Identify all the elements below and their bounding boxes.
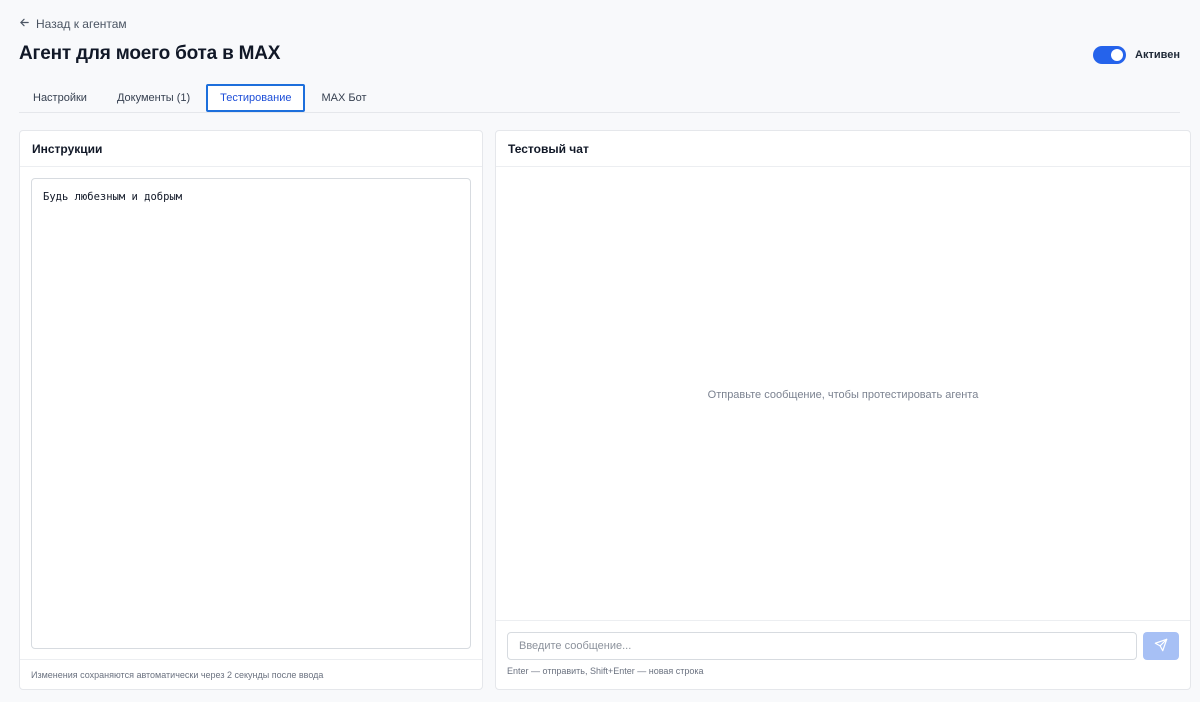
status-toggle: Активен	[1093, 46, 1180, 64]
tab-settings[interactable]: Настройки	[19, 84, 101, 112]
tab-max-bot[interactable]: MAX Бот	[307, 84, 380, 112]
back-to-agents-link[interactable]: Назад к агентам	[19, 16, 127, 32]
chat-hint: Enter — отправить, Shift+Enter — новая с…	[507, 666, 704, 676]
tab-bar: Настройки Документы (1) Тестирование MAX…	[19, 84, 1180, 113]
back-link-label: Назад к агентам	[36, 17, 127, 31]
autosave-note: Изменения сохраняются автоматически чере…	[20, 659, 482, 689]
chat-message-input[interactable]	[507, 632, 1137, 660]
send-button[interactable]	[1143, 632, 1179, 660]
agent-page: Назад к агентам Агент для моего бота в M…	[0, 0, 1200, 702]
instructions-panel: Инструкции Будь любезным и добрым Измене…	[19, 130, 483, 690]
chat-empty-state: Отправьте сообщение, чтобы протестироват…	[707, 388, 979, 401]
chat-title: Тестовый чат	[496, 131, 1190, 167]
tab-documents[interactable]: Документы (1)	[103, 84, 204, 112]
arrow-left-icon	[19, 17, 30, 31]
active-switch[interactable]	[1093, 46, 1127, 64]
switch-knob	[1111, 49, 1124, 61]
instructions-editor[interactable]: Будь любезным и добрым	[31, 178, 471, 649]
send-icon	[1154, 638, 1168, 655]
test-chat-panel: Тестовый чат Отправьте сообщение, чтобы …	[495, 130, 1191, 690]
chat-input-area: Enter — отправить, Shift+Enter — новая с…	[496, 620, 1190, 689]
status-label: Активен	[1135, 49, 1180, 61]
page-title: Агент для моего бота в MAX	[19, 43, 281, 64]
tab-testing[interactable]: Тестирование	[206, 84, 306, 112]
instructions-title: Инструкции	[20, 131, 482, 167]
